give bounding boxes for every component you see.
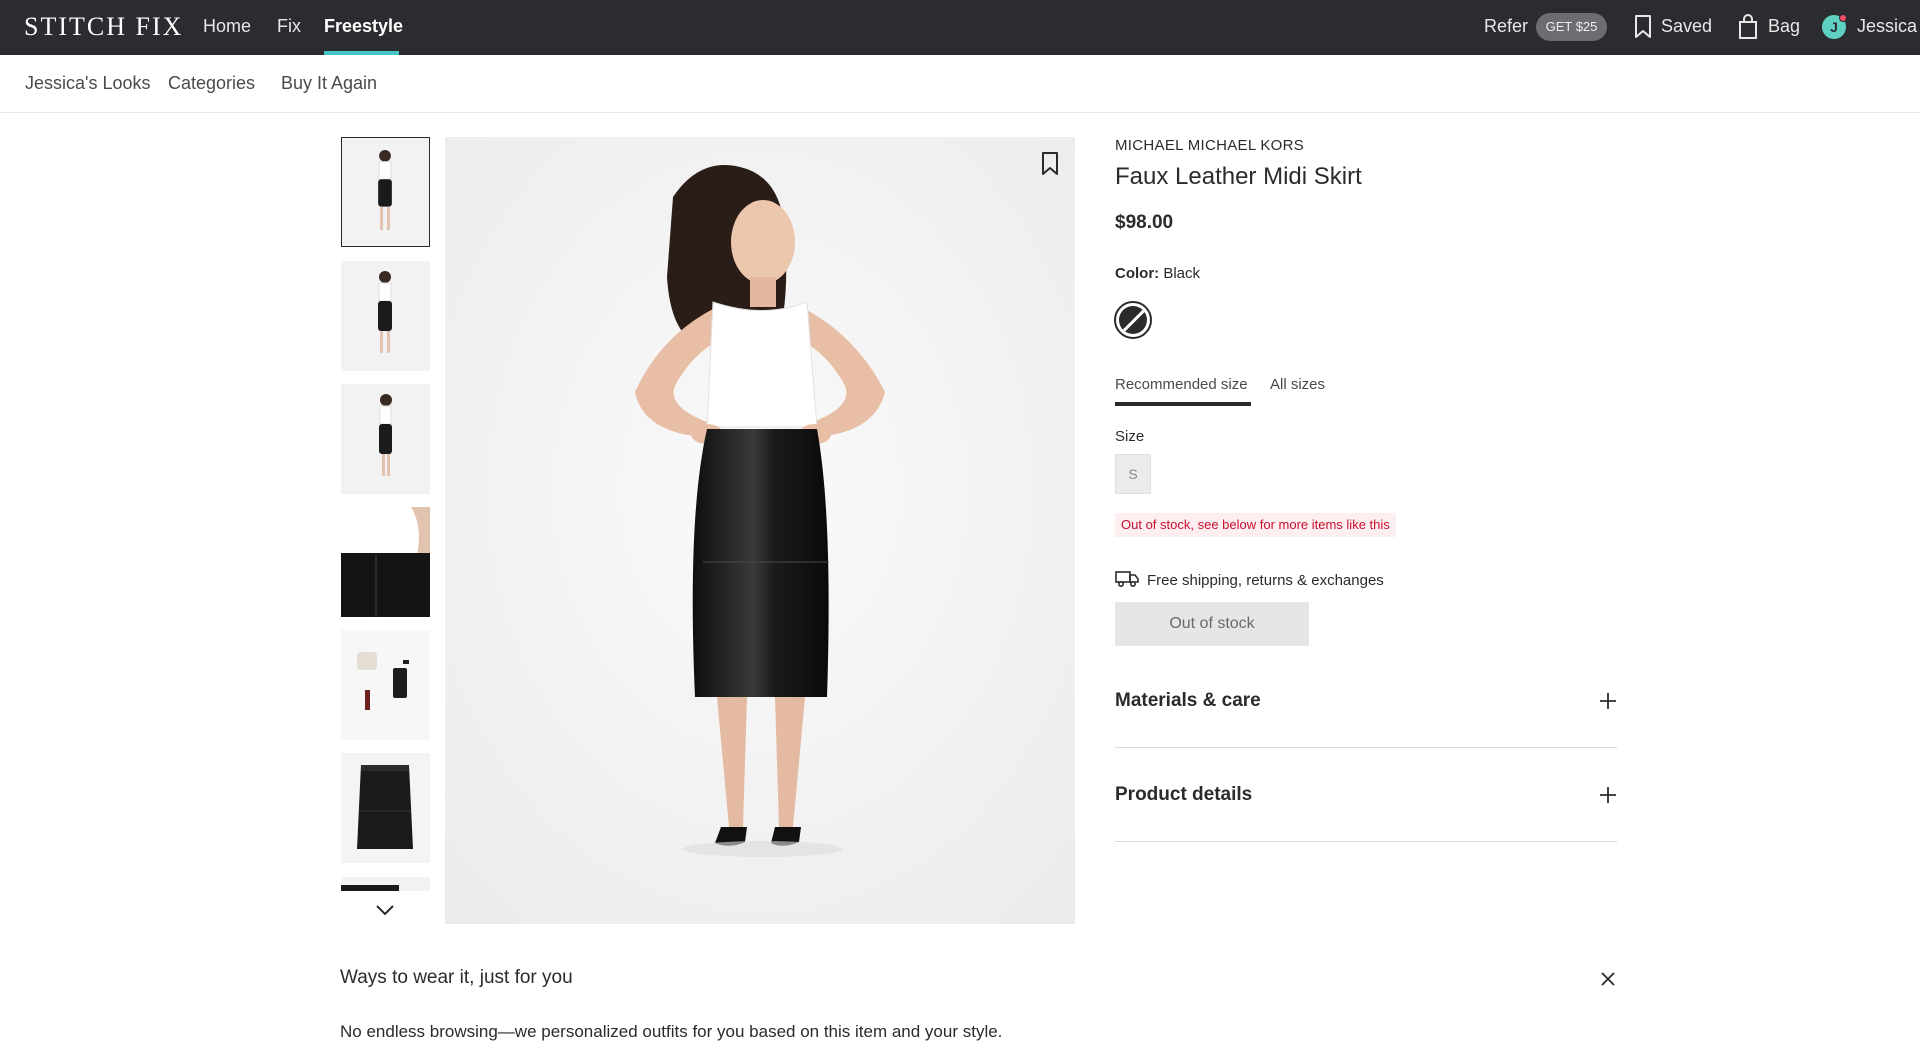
- product-title: Faux Leather Midi Skirt: [1115, 163, 1362, 190]
- shipping-truck-icon: [1115, 571, 1139, 588]
- color-value: Black: [1163, 265, 1201, 282]
- main-product-image: [445, 137, 1075, 924]
- subnav-buy-it-again[interactable]: Buy It Again: [281, 73, 377, 94]
- product-brand[interactable]: MICHAEL MICHAEL KORS: [1115, 137, 1304, 154]
- nav-link-freestyle[interactable]: Freestyle: [324, 16, 403, 37]
- user-name-link[interactable]: Jessica: [1857, 16, 1917, 37]
- notification-dot: [1839, 14, 1847, 22]
- product-thumbnail[interactable]: [341, 137, 430, 247]
- top-navigation: STITCH FIX Home Fix Freestyle Refer GET …: [0, 0, 1920, 55]
- product-thumbnail[interactable]: [341, 630, 430, 740]
- bookmark-icon[interactable]: [1039, 151, 1061, 177]
- accordion-title: Materials & care: [1115, 690, 1261, 711]
- color-swatch[interactable]: [1114, 301, 1152, 339]
- active-tab-indicator: [1115, 402, 1251, 406]
- out-of-stock-notice: Out of stock, see below for more items l…: [1115, 513, 1396, 537]
- tab-recommended-size[interactable]: Recommended size: [1115, 376, 1248, 393]
- color-row: Color: Black: [1115, 265, 1200, 282]
- shipping-info: Free shipping, returns & exchanges: [1147, 572, 1384, 589]
- subnav-jessicas-looks[interactable]: Jessica's Looks: [25, 73, 151, 94]
- subnav-categories[interactable]: Categories: [168, 73, 255, 94]
- product-price: $98.00: [1115, 212, 1174, 233]
- sub-navigation: Jessica's Looks Categories Buy It Again: [0, 55, 1920, 113]
- saved-link[interactable]: Saved: [1661, 16, 1712, 37]
- nav-link-fix[interactable]: Fix: [277, 16, 301, 37]
- chevron-down-icon[interactable]: [374, 903, 396, 917]
- tab-all-sizes[interactable]: All sizes: [1270, 376, 1325, 393]
- bag-link[interactable]: Bag: [1768, 16, 1800, 37]
- color-label: Color:: [1115, 265, 1160, 282]
- close-icon[interactable]: [1600, 971, 1616, 987]
- product-thumbnail[interactable]: [341, 261, 430, 371]
- plus-icon[interactable]: [1599, 786, 1617, 804]
- refer-badge[interactable]: GET $25: [1536, 13, 1607, 41]
- bookmark-icon[interactable]: [1631, 14, 1655, 40]
- accordion-title: Product details: [1115, 784, 1253, 805]
- product-thumbnail[interactable]: [341, 753, 430, 863]
- shopping-bag-icon[interactable]: [1736, 14, 1760, 40]
- product-thumbnail[interactable]: [341, 507, 430, 617]
- refer-link[interactable]: Refer: [1484, 16, 1528, 37]
- out-of-stock-button[interactable]: Out of stock: [1115, 602, 1309, 646]
- accordion-materials-care[interactable]: Materials & care: [1115, 654, 1617, 748]
- product-thumbnail[interactable]: [341, 384, 430, 494]
- size-option[interactable]: S: [1115, 454, 1151, 494]
- accordion-product-details[interactable]: Product details: [1115, 748, 1617, 842]
- nav-link-home[interactable]: Home: [203, 16, 251, 37]
- stitch-fix-logo[interactable]: STITCH FIX: [24, 12, 183, 42]
- ways-to-wear-description: No endless browsing—we personalized outf…: [340, 1022, 1003, 1041]
- product-thumbnail[interactable]: [341, 877, 430, 891]
- size-label: Size: [1115, 428, 1145, 445]
- color-swatch-fill: [1119, 306, 1147, 334]
- plus-icon[interactable]: [1599, 692, 1617, 710]
- ways-to-wear-title: Ways to wear it, just for you: [340, 967, 573, 988]
